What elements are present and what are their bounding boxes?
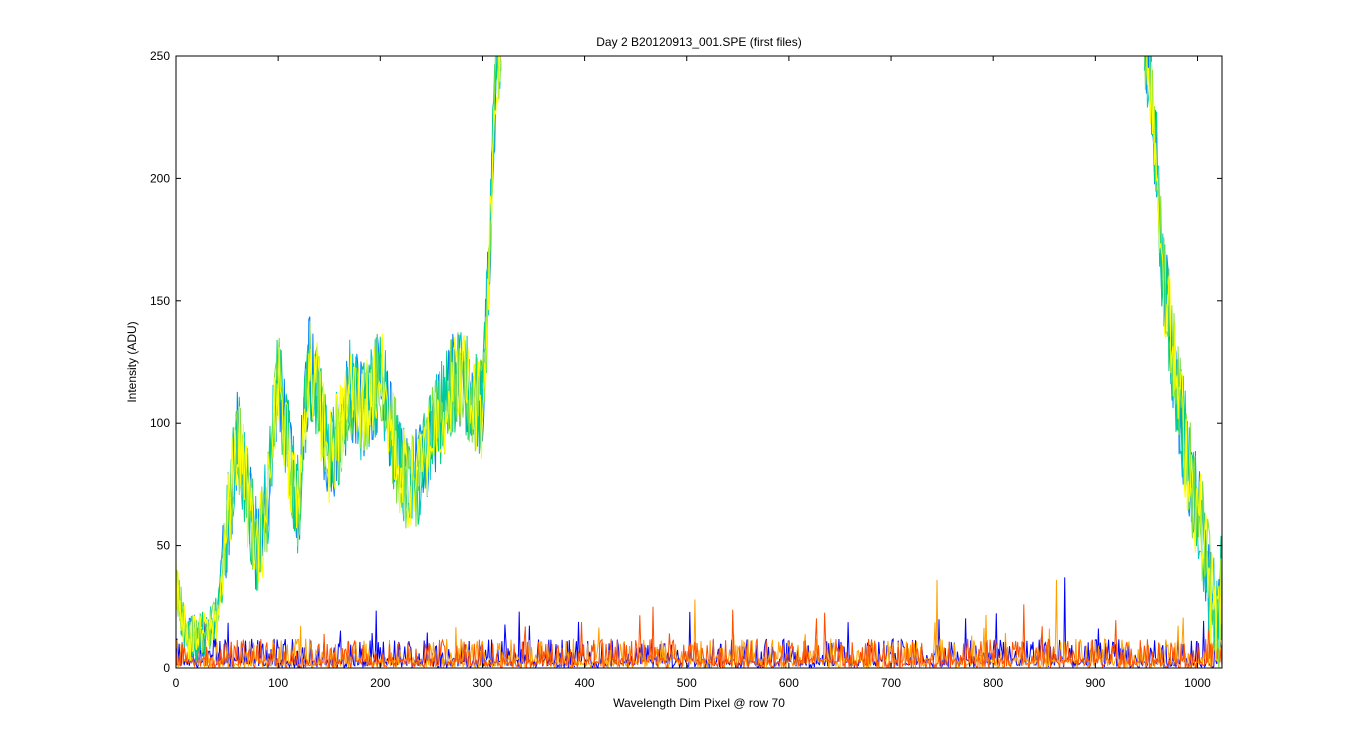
plot-area (176, 56, 1222, 668)
y-tick-label: 0 (163, 661, 170, 675)
x-tick-label: 800 (983, 676, 1003, 690)
chart-svg: 0 100 200 300 400 500 600 700 800 900 1000 0 50 100 1… (125, 35, 1223, 710)
y-tick-label: 150 (150, 294, 170, 308)
x-tick-label: 400 (575, 676, 595, 690)
x-tick-label: 600 (779, 676, 799, 690)
y-tick-label: 100 (150, 416, 170, 430)
y-tick-label: 250 (150, 49, 170, 63)
x-tick-label: 0 (173, 676, 180, 690)
x-tick-label: 200 (370, 676, 390, 690)
x-tick-label: 300 (472, 676, 492, 690)
chart-figure: 0 100 200 300 400 500 600 700 800 900 1000 0 50 100 1… (0, 0, 1350, 750)
x-tick-label: 1000 (1184, 676, 1211, 690)
chart-title: Day 2 B20120913_001.SPE (first files) (596, 35, 801, 49)
x-axis-label: Wavelength Dim Pixel @ row 70 (613, 696, 785, 710)
y-tick-label: 200 (150, 171, 170, 185)
y-axis-label: Intensity (ADU) (125, 321, 139, 402)
x-tick-label: 700 (881, 676, 901, 690)
x-tick-label: 900 (1085, 676, 1105, 690)
x-tick-label: 500 (677, 676, 697, 690)
x-tick-label: 100 (268, 676, 288, 690)
y-tick-label: 50 (157, 539, 171, 553)
